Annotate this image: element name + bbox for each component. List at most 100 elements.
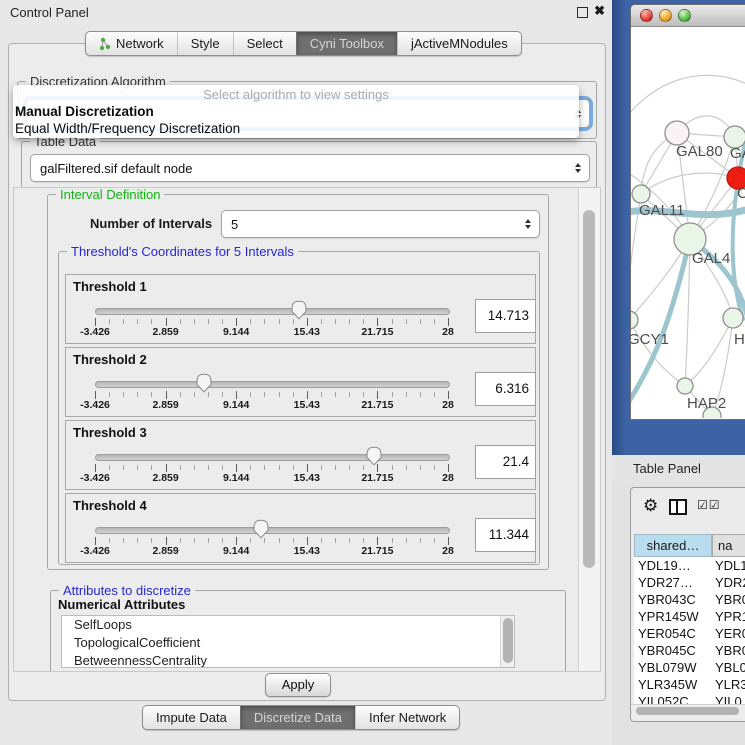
tab-label: Select xyxy=(247,36,283,51)
threshold-value-field[interactable]: 14.713 xyxy=(475,299,536,333)
tab-cyni-toolbox[interactable]: Cyni Toolbox xyxy=(296,32,397,55)
threshold-slider-track[interactable] xyxy=(95,527,450,534)
tick-mark xyxy=(250,465,251,470)
tick-mark xyxy=(321,319,322,324)
network-node[interactable] xyxy=(665,121,689,145)
tick-mark xyxy=(208,538,209,543)
tick-mark xyxy=(363,465,364,470)
table-panel-title: Table Panel xyxy=(633,461,701,476)
tick-label: 2.859 xyxy=(136,399,196,411)
threshold-slider-track[interactable] xyxy=(95,381,450,388)
table-row[interactable]: YLR345WYLR3 xyxy=(634,676,745,693)
algorithm-dropdown-popup: Select algorithm to view settings Manual… xyxy=(13,85,579,138)
list-scrollbar[interactable] xyxy=(500,616,514,667)
table-row[interactable]: YDR27…YDR2 xyxy=(634,574,745,591)
network-edge[interactable] xyxy=(631,320,685,386)
list-scrollbar-thumb[interactable] xyxy=(503,618,513,663)
table-data-group: Table Data galFiltered.sif default node xyxy=(21,141,597,189)
tick-mark xyxy=(307,391,308,399)
tick-mark xyxy=(448,464,449,472)
table-hscrollbar[interactable] xyxy=(631,704,745,718)
minimize-traffic-light-icon[interactable] xyxy=(659,9,672,22)
tick-mark xyxy=(406,319,407,324)
algorithm-option-manual-discretization[interactable]: Manual Discretization xyxy=(13,103,579,120)
threshold-panel: Threshold 2-3.4262.8599.14415.4321.71528… xyxy=(65,347,536,417)
close-icon[interactable]: ✖ xyxy=(594,4,605,18)
apply-button[interactable]: Apply xyxy=(265,673,331,697)
threshold-slider-thumb[interactable] xyxy=(195,373,213,393)
tab-discretize-data[interactable]: Discretize Data xyxy=(240,706,355,729)
column-header-shared-name[interactable]: shared… xyxy=(634,534,712,557)
threshold-slider-thumb[interactable] xyxy=(365,446,383,466)
tick-label: 21.715 xyxy=(347,326,407,338)
threshold-slider-track[interactable] xyxy=(95,308,450,315)
zoom-traffic-light-icon[interactable] xyxy=(678,9,691,22)
threshold-value-field[interactable]: 6.316 xyxy=(475,372,536,406)
tab-jactivemnodules[interactable]: jActiveMNodules xyxy=(397,32,521,55)
tab-network[interactable]: Network xyxy=(86,32,177,55)
algorithm-option-equal-width-frequency[interactable]: Equal Width/Frequency Discretization xyxy=(13,120,579,137)
network-canvas[interactable]: GAL80GACGAL11GAL4GCY1HHAP2 xyxy=(631,27,745,418)
tab-infer-network[interactable]: Infer Network xyxy=(355,706,459,729)
network-node[interactable] xyxy=(632,185,650,203)
columns-icon[interactable] xyxy=(669,499,687,515)
threshold-value-field[interactable]: 11.344 xyxy=(475,518,536,552)
table-data-combo[interactable]: galFiltered.sif default node xyxy=(30,154,590,182)
tick-mark xyxy=(434,319,435,324)
group-title: Threshold's Coordinates for 5 Intervals xyxy=(67,244,298,259)
threshold-slider-thumb[interactable] xyxy=(290,300,308,320)
tick-mark xyxy=(279,392,280,397)
network-node-label: GCY1 xyxy=(631,331,669,348)
threshold-label: Threshold 3 xyxy=(73,425,147,440)
network-node[interactable] xyxy=(677,378,693,394)
table-row[interactable]: YBR045CYBR0 xyxy=(634,642,745,659)
table-cell-shared-name: YBL079W xyxy=(638,659,710,676)
table-row[interactable]: YBL079WYBL0 xyxy=(634,659,745,676)
float-window-icon[interactable] xyxy=(577,7,588,18)
numerical-attributes-heading: Numerical Attributes xyxy=(58,597,185,612)
tick-mark xyxy=(151,319,152,324)
network-node[interactable] xyxy=(723,308,743,328)
threshold-value-field[interactable]: 21.4 xyxy=(475,445,536,479)
tick-mark xyxy=(335,465,336,470)
select-checkboxes-icon[interactable]: ☑☑ xyxy=(697,498,721,512)
attribute-list-item[interactable]: SelfLoops xyxy=(62,616,514,634)
tick-mark xyxy=(137,538,138,543)
tick-mark xyxy=(279,465,280,470)
attribute-list-item[interactable]: TopologicalCoefficient xyxy=(62,634,514,652)
tab-select[interactable]: Select xyxy=(233,32,296,55)
tab-style[interactable]: Style xyxy=(177,32,233,55)
table-row[interactable]: YER054CYER0 xyxy=(634,625,745,642)
number-of-intervals-combo[interactable]: 5 xyxy=(221,210,540,238)
network-node[interactable] xyxy=(631,311,638,329)
group-title: Attributes to discretize xyxy=(59,583,195,598)
gear-icon[interactable]: ⚙ xyxy=(643,496,658,516)
tick-mark xyxy=(377,391,378,399)
tick-mark xyxy=(264,392,265,397)
table-hscrollbar-thumb[interactable] xyxy=(636,707,739,715)
settings-scrollbar[interactable] xyxy=(578,188,600,671)
threshold-slider-thumb[interactable] xyxy=(252,519,270,539)
column-header-name[interactable]: na xyxy=(712,534,745,557)
tick-label: 9.144 xyxy=(206,545,266,557)
tick-mark xyxy=(392,465,393,470)
network-edge[interactable] xyxy=(631,75,745,127)
table-row[interactable]: YBR043CYBR0 xyxy=(634,591,745,608)
table-row[interactable]: YIL052CYIL0 xyxy=(634,693,745,704)
threshold-slider-track[interactable] xyxy=(95,454,450,461)
network-edge[interactable] xyxy=(641,173,738,194)
close-traffic-light-icon[interactable] xyxy=(640,9,653,22)
screen: Control Panel ✖ Network Style Select Cyn… xyxy=(0,0,745,745)
table-row[interactable]: YPR145WYPR1 xyxy=(634,608,745,625)
tick-mark xyxy=(293,392,294,397)
tick-mark xyxy=(434,392,435,397)
table-row[interactable]: YDL19…YDL1 xyxy=(634,557,745,574)
network-edge[interactable] xyxy=(685,318,733,386)
desktop-area: GAL80GACGAL11GAL4GCY1HHAP2 Table Panel ⚙… xyxy=(612,0,745,745)
network-view-window: GAL80GACGAL11GAL4GCY1HHAP2 xyxy=(630,4,745,420)
tick-mark xyxy=(264,538,265,543)
settings-scrollbar-thumb[interactable] xyxy=(583,210,595,568)
tab-impute-data[interactable]: Impute Data xyxy=(143,706,240,729)
tick-mark xyxy=(264,465,265,470)
attribute-list-item[interactable]: BetweennessCentrality xyxy=(62,652,514,668)
